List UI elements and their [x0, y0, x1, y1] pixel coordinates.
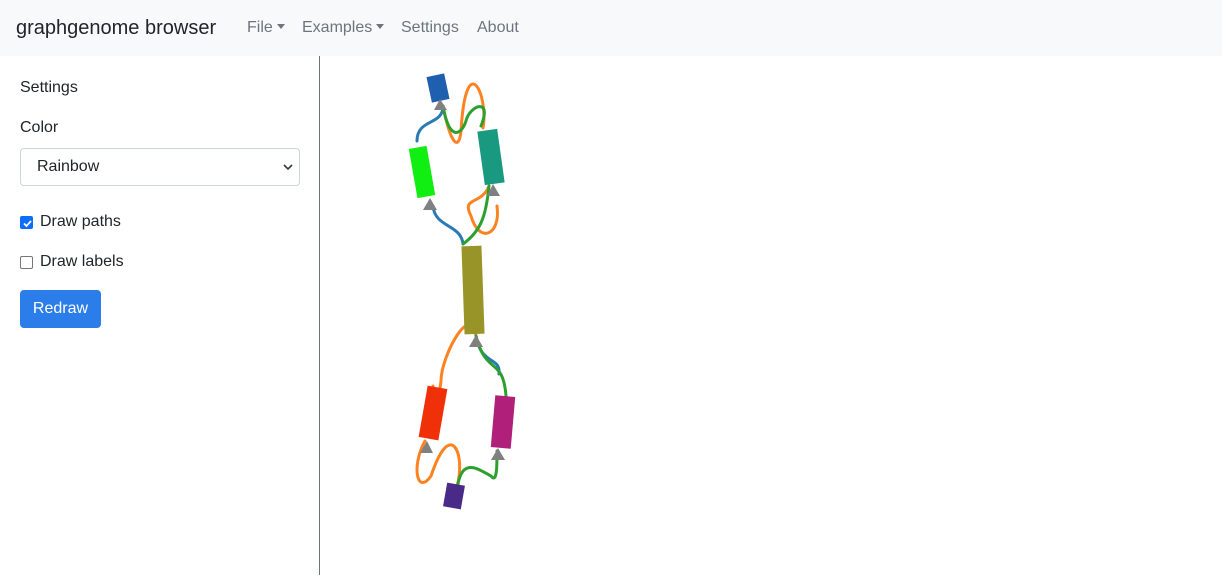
arrow-head: [491, 448, 505, 460]
nav-settings-label: Settings: [401, 19, 459, 36]
path-blue: [431, 204, 465, 246]
nav-file-menu[interactable]: File: [247, 17, 285, 39]
draw-labels-label: Draw labels: [40, 253, 124, 270]
graph-canvas[interactable]: [321, 56, 1222, 575]
nav-examples-menu[interactable]: Examples: [302, 17, 385, 39]
graph-svg[interactable]: [321, 56, 1222, 575]
chevron-down-icon: [283, 164, 293, 171]
color-select[interactable]: Rainbow: [20, 148, 300, 186]
nav-settings-link[interactable]: Settings: [401, 17, 459, 39]
nav-examples-label: Examples: [302, 19, 373, 36]
arrow-head: [423, 198, 437, 210]
nav-about-link[interactable]: About: [477, 17, 519, 39]
draw-paths-checkbox[interactable]: [20, 215, 33, 229]
path-green: [456, 449, 499, 486]
node-7: [443, 482, 465, 510]
checkmark-icon: [23, 219, 32, 227]
color-select-value: Rainbow: [37, 158, 100, 175]
caret-down-icon: [276, 24, 285, 29]
arrow-head: [469, 335, 483, 347]
path-blue: [415, 104, 445, 143]
node-5: [418, 385, 448, 441]
settings-heading: Settings: [20, 79, 78, 96]
draw-paths-row[interactable]: Draw paths: [20, 212, 121, 232]
nav-about-label: About: [477, 19, 519, 36]
draw-labels-checkbox[interactable]: [20, 255, 33, 269]
path-orange: [431, 323, 478, 397]
navbar: graphgenome browser File Examples Settin…: [0, 0, 1222, 56]
redraw-button[interactable]: Redraw: [20, 290, 101, 328]
node-3: [477, 128, 505, 186]
caret-down-icon: [376, 24, 385, 29]
draw-labels-row[interactable]: Draw labels: [20, 252, 124, 272]
node-6: [490, 395, 516, 449]
brand-title[interactable]: graphgenome browser: [16, 14, 216, 42]
settings-sidebar: Settings Color Rainbow Draw paths Draw l…: [0, 56, 320, 575]
node-4: [461, 245, 485, 335]
nav-file-label: File: [247, 19, 273, 36]
draw-paths-label: Draw paths: [40, 213, 121, 230]
node-2: [408, 145, 436, 199]
node-1: [426, 73, 450, 103]
color-label: Color: [20, 119, 59, 136]
